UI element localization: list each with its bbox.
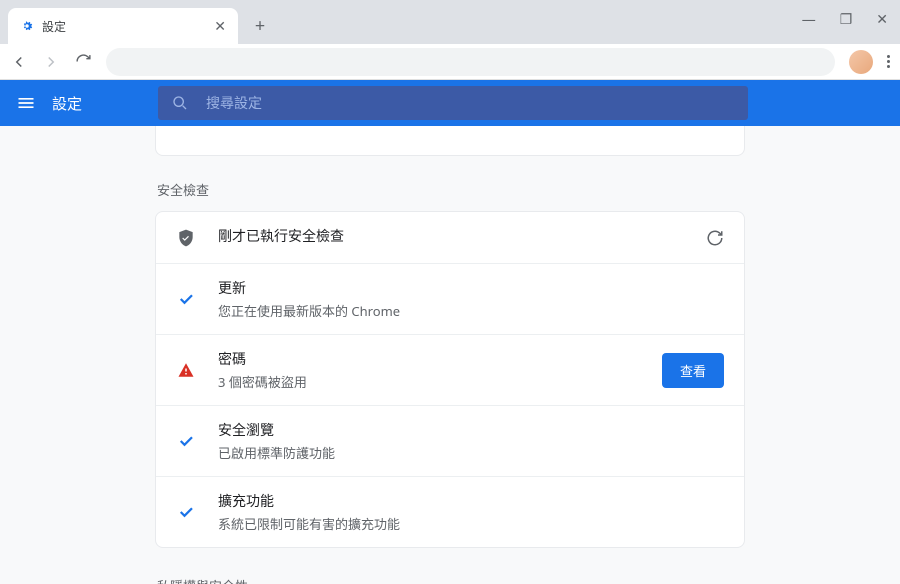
extensions-title: 擴充功能 xyxy=(218,491,724,511)
menu-button[interactable] xyxy=(887,55,890,68)
new-tab-button[interactable]: + xyxy=(246,12,274,40)
back-button[interactable] xyxy=(10,53,28,71)
search-icon xyxy=(172,95,188,111)
minimize-button[interactable]: — xyxy=(802,10,816,29)
passwords-sub: 3 個密碼被盜用 xyxy=(218,372,640,391)
safety-check-card: 剛才已執行安全檢查 更新 您正在使用最新版本的 Chrome xyxy=(155,211,745,548)
address-bar[interactable] xyxy=(106,48,835,76)
check-icon xyxy=(176,290,196,308)
previous-card-stub xyxy=(155,126,745,156)
view-passwords-button[interactable]: 查看 xyxy=(662,353,724,388)
forward-button xyxy=(42,53,60,71)
passwords-title: 密碼 xyxy=(218,349,640,369)
privacy-header: 私隱權與安全性 xyxy=(155,576,745,584)
browser-titlebar: 設定 ✕ + — ❐ ✕ xyxy=(0,0,900,44)
safe-browsing-title: 安全瀏覽 xyxy=(218,420,724,440)
extensions-sub: 系統已限制可能有害的擴充功能 xyxy=(218,514,724,533)
settings-search[interactable] xyxy=(158,86,748,120)
settings-title: 設定 xyxy=(52,93,82,114)
gear-icon xyxy=(20,19,34,33)
update-sub: 您正在使用最新版本的 Chrome xyxy=(218,301,724,320)
close-window-button[interactable]: ✕ xyxy=(876,10,888,29)
check-icon xyxy=(176,432,196,450)
refresh-icon[interactable] xyxy=(706,229,724,247)
warning-icon xyxy=(176,361,196,379)
maximize-button[interactable]: ❐ xyxy=(840,10,853,29)
safety-status-text: 剛才已執行安全檢查 xyxy=(218,226,684,246)
check-icon xyxy=(176,503,196,521)
settings-header: 設定 xyxy=(0,80,900,126)
update-title: 更新 xyxy=(218,278,724,298)
passwords-row[interactable]: 密碼 3 個密碼被盜用 查看 xyxy=(156,335,744,406)
tab-title: 設定 xyxy=(42,18,206,35)
safe-browsing-row[interactable]: 安全瀏覽 已啟用標準防護功能 xyxy=(156,406,744,477)
profile-avatar[interactable] xyxy=(849,50,873,74)
browser-toolbar xyxy=(0,44,900,80)
menu-icon[interactable] xyxy=(16,93,36,113)
update-row[interactable]: 更新 您正在使用最新版本的 Chrome xyxy=(156,264,744,335)
shield-icon xyxy=(176,228,196,248)
reload-button[interactable] xyxy=(74,53,92,70)
browser-tab[interactable]: 設定 ✕ xyxy=(8,8,238,44)
safety-check-status-row: 剛才已執行安全檢查 xyxy=(156,212,744,264)
extensions-row[interactable]: 擴充功能 系統已限制可能有害的擴充功能 xyxy=(156,477,744,547)
safety-check-header: 安全檢查 xyxy=(155,180,745,199)
search-input[interactable] xyxy=(206,95,734,111)
settings-content: 安全檢查 剛才已執行安全檢查 更新 您正在使用最新版本的 xyxy=(0,126,900,584)
close-icon[interactable]: ✕ xyxy=(214,17,226,36)
safe-browsing-sub: 已啟用標準防護功能 xyxy=(218,443,724,462)
